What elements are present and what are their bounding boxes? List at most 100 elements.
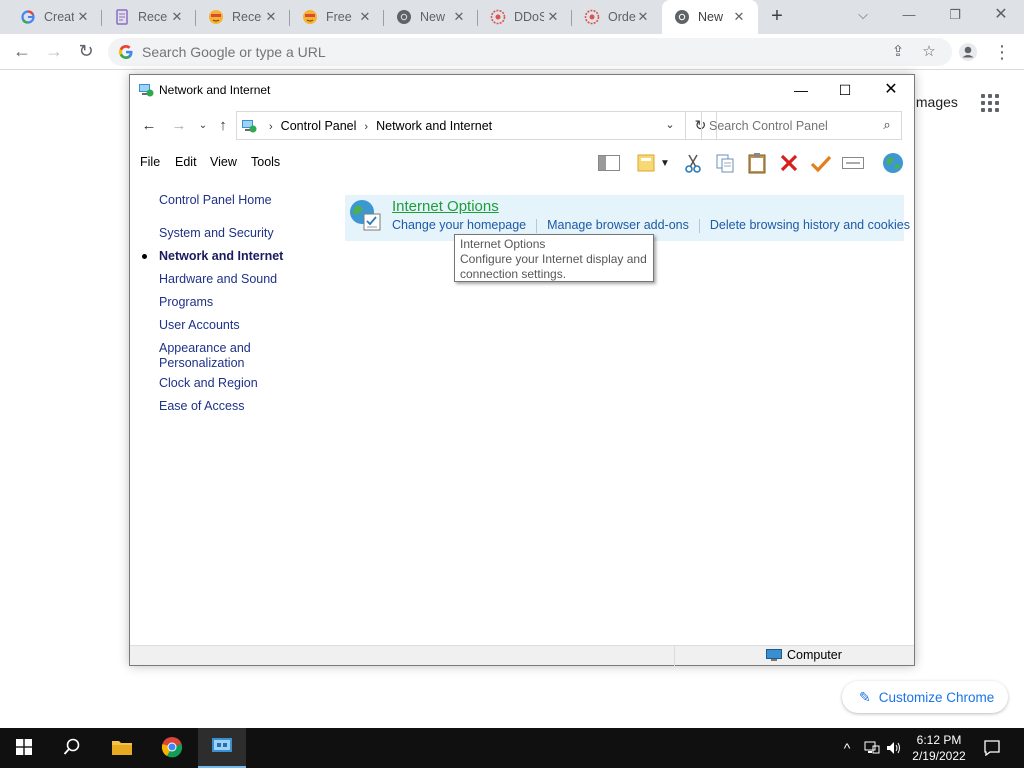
tab-6[interactable]: DDoS ✕: [478, 0, 572, 34]
address-bar[interactable]: › Control Panel › Network and Internet ⌄: [236, 111, 686, 140]
omnibox[interactable]: ⇪ ☆: [108, 38, 952, 66]
close-icon[interactable]: ✕: [358, 10, 372, 24]
forward-button[interactable]: →: [168, 115, 190, 137]
restore-button[interactable]: ❐: [932, 4, 978, 30]
close-button[interactable]: ✕: [868, 75, 914, 105]
window-titlebar[interactable]: Network and Internet — ☐ ✕: [130, 75, 914, 105]
nav-clock-and-region[interactable]: Clock and Region: [159, 376, 309, 391]
close-icon[interactable]: ✕: [732, 10, 746, 24]
layout-pane-icon[interactable]: [596, 151, 622, 175]
close-icon[interactable]: ✕: [636, 10, 650, 24]
back-button[interactable]: ←: [10, 40, 34, 64]
nav-appearance-and-personalization[interactable]: Appearance and Personalization: [159, 341, 259, 371]
nav-network-and-internet[interactable]: Network and Internet: [159, 249, 309, 264]
show-hidden-icons-chevron-icon[interactable]: ^: [838, 728, 856, 768]
nav-programs[interactable]: Programs: [159, 295, 309, 310]
menu-file[interactable]: File: [140, 155, 160, 169]
tab-search-chevron-icon[interactable]: ⌵: [840, 4, 886, 30]
minimize-button[interactable]: —: [778, 75, 824, 105]
menu-view[interactable]: View: [210, 155, 237, 169]
tab-4[interactable]: Free I ✕: [290, 0, 384, 34]
change-homepage-link[interactable]: Change your homepage: [392, 218, 526, 232]
system-clock[interactable]: 6:12 PM 2/19/2022: [904, 732, 974, 764]
search-button[interactable]: [48, 728, 96, 768]
folder-view-icon[interactable]: [634, 151, 660, 175]
clock-time: 6:12 PM: [916, 733, 962, 747]
profile-avatar-icon[interactable]: [958, 42, 978, 62]
google-apps-icon[interactable]: [981, 94, 999, 112]
network-status-icon[interactable]: [862, 728, 882, 768]
category-task-links: Change your homepage Manage browser add-…: [392, 218, 910, 233]
nav-hardware-and-sound[interactable]: Hardware and Sound: [159, 272, 309, 287]
status-divider: [674, 646, 675, 666]
customize-chrome-button[interactable]: ✎ Customize Chrome: [842, 681, 1008, 713]
search-input[interactable]: [709, 118, 869, 134]
globe-icon[interactable]: [880, 151, 906, 175]
action-center-icon[interactable]: [980, 728, 1004, 768]
clock-date: 2/19/2022: [912, 749, 966, 763]
tab-5[interactable]: New ✕: [384, 0, 478, 34]
reload-button[interactable]: ↻: [74, 40, 98, 64]
internet-options-icon: [348, 198, 382, 232]
link-separator: [698, 219, 700, 233]
recent-locations-chevron-icon[interactable]: ⌄: [192, 115, 214, 137]
close-icon[interactable]: ✕: [170, 10, 184, 24]
tab-2[interactable]: Recei ✕: [102, 0, 196, 34]
images-link[interactable]: Images: [912, 94, 958, 110]
delete-icon[interactable]: [776, 151, 802, 175]
tab-8-active[interactable]: New ✕: [662, 0, 758, 34]
close-icon[interactable]: ✕: [76, 10, 90, 24]
search-icon[interactable]: ⌕: [879, 117, 895, 133]
close-window-button[interactable]: ✕: [978, 4, 1024, 30]
close-icon[interactable]: ✕: [264, 10, 278, 24]
nav-user-accounts[interactable]: User Accounts: [159, 318, 309, 333]
breadcrumb-network-and-internet[interactable]: Network and Internet: [376, 119, 492, 133]
cut-icon[interactable]: [680, 151, 706, 175]
tab-7[interactable]: Orde ✕: [572, 0, 662, 34]
delete-browsing-history-link[interactable]: Delete browsing history and cookies: [710, 218, 910, 232]
flower-icon: [584, 9, 600, 25]
rename-icon[interactable]: [840, 151, 866, 175]
bookmark-star-icon[interactable]: ☆: [919, 42, 939, 62]
paste-icon[interactable]: [744, 151, 770, 175]
omnibox-input[interactable]: [142, 42, 842, 62]
tab-1[interactable]: Creat ✕: [8, 0, 102, 34]
views-dropdown-icon[interactable]: ▼: [658, 151, 672, 175]
properties-check-icon[interactable]: [808, 151, 834, 175]
control-panel-home-link[interactable]: Control Panel Home: [159, 193, 309, 208]
maximize-button[interactable]: ☐: [822, 75, 868, 105]
new-tab-button[interactable]: +: [766, 6, 788, 28]
control-panel-taskbar-button[interactable]: [198, 728, 246, 768]
pencil-icon: ✎: [859, 688, 871, 705]
up-button[interactable]: ↑: [212, 115, 234, 137]
tab-3[interactable]: Recei ✕: [196, 0, 290, 34]
manage-add-ons-link[interactable]: Manage browser add-ons: [547, 218, 689, 232]
close-icon[interactable]: ✕: [452, 10, 466, 24]
nav-system-and-security[interactable]: System and Security: [159, 226, 309, 241]
smiley-icon: [208, 9, 224, 25]
chrome-menu-icon[interactable]: ⋮: [992, 42, 1012, 62]
forward-button[interactable]: →: [42, 40, 66, 64]
menu-edit[interactable]: Edit: [175, 155, 197, 169]
control-panel-icon: [241, 118, 257, 134]
start-button[interactable]: [0, 728, 48, 768]
volume-icon[interactable]: [884, 728, 904, 768]
breadcrumb-control-panel[interactable]: Control Panel: [281, 119, 357, 133]
nav-ease-of-access[interactable]: Ease of Access: [159, 399, 309, 414]
copy-icon[interactable]: [712, 151, 738, 175]
menu-tools[interactable]: Tools: [251, 155, 280, 169]
tab-title: Recei: [232, 10, 262, 24]
close-icon[interactable]: ✕: [546, 10, 560, 24]
file-explorer-button[interactable]: [98, 728, 146, 768]
minimize-button[interactable]: —: [886, 4, 932, 30]
address-dropdown-icon[interactable]: ⌄: [655, 112, 685, 139]
back-button[interactable]: ←: [138, 115, 160, 137]
customize-chrome-label: Customize Chrome: [878, 689, 995, 705]
link-separator: [536, 219, 538, 233]
internet-options-link[interactable]: Internet Options: [392, 198, 499, 215]
chrome-taskbar-button[interactable]: [148, 728, 196, 768]
share-icon[interactable]: ⇪: [888, 42, 908, 62]
tab-title: DDoS: [514, 10, 544, 24]
search-icon: [63, 738, 81, 759]
search-box[interactable]: ⌕: [701, 111, 902, 140]
